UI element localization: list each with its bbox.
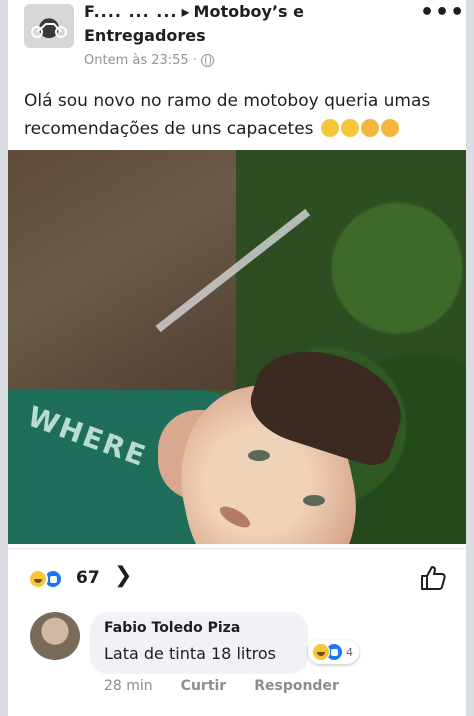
reaction-count[interactable]: 67 <box>76 568 100 588</box>
photo-eye <box>303 495 325 506</box>
haha-icon <box>312 643 330 661</box>
group-name[interactable]: Motoboy’s e <box>194 2 304 21</box>
group-name-line2[interactable]: Entregadores <box>84 26 206 45</box>
group-avatar[interactable] <box>24 4 74 48</box>
comment-reaction-count: 4 <box>346 645 353 659</box>
post-photo[interactable]: WHERE YO DE YO <box>8 150 466 544</box>
thumbs-up-icon[interactable] <box>418 563 448 593</box>
comment-actions: 28 min Curtir Responder <box>104 678 339 694</box>
comment-like-button[interactable]: Curtir <box>181 678 227 694</box>
photo-eye <box>248 450 270 461</box>
arrow-right-icon: ▸ <box>181 2 190 21</box>
ok-hand-emoji-icon <box>360 119 379 137</box>
post-text: Olá sou novo no ramo de motoboy queria u… <box>24 87 444 143</box>
comment-time[interactable]: 28 min <box>104 678 153 694</box>
comment-reactions[interactable]: 4 <box>308 640 359 664</box>
post-author-line: F.... ... ... ▸ Motoboy’s e <box>84 2 304 21</box>
post-meta: Ontem às 23:55 · <box>84 53 214 68</box>
comment-author[interactable]: Fabio Toledo Piza <box>104 620 240 636</box>
ok-hand-emoji-icon <box>380 119 399 137</box>
post-author-name[interactable]: F.... ... ... <box>84 2 178 21</box>
reaction-icons[interactable] <box>28 569 63 589</box>
post-timestamp[interactable]: Ontem às 23:55 · <box>84 53 197 68</box>
clap-emoji-icon <box>340 119 359 137</box>
comment-reply-button[interactable]: Responder <box>254 678 339 694</box>
more-options-icon[interactable]: ••• <box>420 0 465 25</box>
reactions-bar: 67 ❯ <box>8 548 466 608</box>
commenter-avatar[interactable] <box>30 612 80 660</box>
comment-bubble: Fabio Toledo Piza Lata de tinta 18 litro… <box>90 612 308 674</box>
haha-icon <box>28 569 48 589</box>
post-emojis <box>319 115 399 143</box>
chevron-right-icon[interactable]: ❯ <box>114 563 132 588</box>
globe-icon <box>200 54 214 67</box>
motorcycle-icon <box>31 23 67 38</box>
clap-emoji-icon <box>320 119 339 137</box>
comment-text: Lata de tinta 18 litros <box>104 644 276 663</box>
